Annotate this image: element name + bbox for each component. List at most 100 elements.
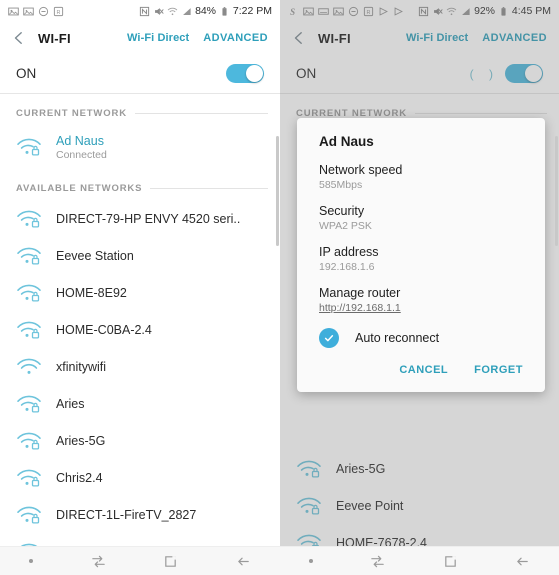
- scrollbar-right[interactable]: [555, 136, 558, 246]
- mute-icon: [153, 6, 164, 17]
- photo-icon: [23, 6, 34, 17]
- network-row[interactable]: Chris2.4: [0, 459, 280, 496]
- wifi-secured-icon: [16, 430, 42, 452]
- wifi-direct-button[interactable]: Wi-Fi Direct: [127, 32, 189, 44]
- network-text-block: Ad Naus Connected: [56, 134, 107, 161]
- network-row[interactable]: Aries-5G: [280, 450, 559, 487]
- navigation-bar-right: [280, 546, 559, 575]
- dual-screenshot-container: R 84% 7:22 PM WI-FI Wi-Fi Direct ADVANCE…: [0, 0, 559, 575]
- svg-text:R: R: [56, 9, 60, 15]
- svg-text:R: R: [366, 9, 370, 15]
- section-label: AVAILABLE NETWORKS: [16, 183, 143, 194]
- signal-icon: [181, 6, 192, 17]
- network-row[interactable]: DIRECT-1L-FireTV_2827: [0, 496, 280, 533]
- wifi-toggle-switch[interactable]: [226, 64, 264, 83]
- forget-button[interactable]: FORGET: [474, 364, 523, 376]
- auto-reconnect-checkbox-row[interactable]: Auto reconnect: [319, 328, 523, 348]
- cancel-button[interactable]: CANCEL: [399, 364, 448, 376]
- recent-dot-icon[interactable]: [308, 559, 313, 563]
- dialog-field-value: WPA2 PSK: [319, 220, 372, 232]
- play-icon: [393, 6, 404, 17]
- wifi-icon: [446, 6, 457, 17]
- status-bar-right: S R 92% 4:45 PM: [280, 0, 559, 22]
- battery-percent-left: 84%: [195, 5, 216, 17]
- wifi-toggle-switch[interactable]: [505, 64, 543, 83]
- network-name: Ad Naus: [56, 133, 104, 148]
- do-not-disturb-icon: [38, 6, 49, 17]
- wifi-open-icon: [16, 356, 42, 378]
- network-text-block: Chris2.4: [56, 471, 103, 485]
- router-link[interactable]: http://192.168.1.1: [319, 302, 523, 314]
- check-circle-icon[interactable]: [319, 328, 339, 348]
- dialog-title: Ad Naus: [319, 134, 374, 149]
- network-name: Aries-5G: [336, 461, 386, 476]
- section-label: CURRENT NETWORK: [16, 108, 127, 119]
- network-text-block: Eevee Station: [56, 249, 134, 263]
- back-chevron-icon[interactable]: [290, 29, 308, 47]
- dialog-field: Security WPA2 PSK: [319, 204, 523, 232]
- task-switch-icon[interactable]: [91, 554, 106, 569]
- scrollbar-left[interactable]: [276, 136, 279, 246]
- network-row-current[interactable]: Ad Naus Connected: [0, 125, 280, 169]
- network-row[interactable]: DIRECT-79-HP ENVY 4520 seri..: [0, 200, 280, 237]
- network-text-block: HOME-C0BA-2.4: [56, 323, 152, 337]
- network-status: Connected: [56, 148, 107, 161]
- network-text-block: DIRECT-79-HP ENVY 4520 seri..: [56, 212, 240, 226]
- phone-screen-left: R 84% 7:22 PM WI-FI Wi-Fi Direct ADVANCE…: [0, 0, 280, 575]
- section-divider: [150, 188, 268, 189]
- signal-icon: [460, 6, 471, 17]
- network-text-block: HOME-8E92: [56, 286, 127, 300]
- network-name: HOME-C0BA-2.4: [56, 322, 152, 337]
- wifi-secured-icon: [296, 495, 322, 517]
- play-icon: [378, 6, 389, 17]
- network-row[interactable]: Aries-5G: [0, 422, 280, 459]
- mute-icon: [432, 6, 443, 17]
- toggle-knob: [246, 65, 263, 82]
- recents-square-icon[interactable]: [163, 554, 178, 569]
- dialog-field-value: 192.168.1.6: [319, 261, 375, 273]
- app-bar-left: WI-FI Wi-Fi Direct ADVANCED: [0, 22, 280, 54]
- network-row[interactable]: Eevee Station: [0, 237, 280, 274]
- network-name: Aries: [56, 396, 85, 411]
- network-name: HOME-8E92: [56, 285, 127, 300]
- wifi-toggle-row-left[interactable]: ON: [0, 54, 280, 94]
- background-networks-list[interactable]: Aries-5G Eevee Point HOME-7678-2.4: [280, 450, 559, 561]
- s-health-icon: S: [288, 6, 299, 17]
- network-name: Eevee Station: [56, 248, 134, 263]
- network-name: Aries-5G: [56, 433, 106, 448]
- auto-reconnect-label: Auto reconnect: [355, 331, 440, 345]
- dialog-field-label: IP address: [319, 245, 379, 259]
- task-switch-icon[interactable]: [370, 554, 385, 569]
- dialog-fields: Network speed 585Mbps Security WPA2 PSK IP a…: [319, 163, 523, 314]
- dialog-field: IP address 192.168.1.6: [319, 245, 523, 273]
- wifi-secured-icon: [16, 136, 42, 158]
- network-text-block: xfinitywifi: [56, 360, 106, 374]
- available-networks-list[interactable]: DIRECT-79-HP ENVY 4520 seri.. Eevee Stati…: [0, 200, 280, 570]
- network-text-block: Eevee Point: [336, 499, 403, 513]
- network-row[interactable]: HOME-C0BA-2.4: [0, 311, 280, 348]
- section-header-available-networks: AVAILABLE NETWORKS: [0, 169, 280, 200]
- recent-dot-icon[interactable]: [28, 559, 33, 563]
- recents-square-icon[interactable]: [443, 554, 458, 569]
- page-title: WI-FI: [318, 30, 351, 46]
- wifi-direct-button[interactable]: Wi-Fi Direct: [406, 32, 468, 44]
- dialog-field-label: Network speed: [319, 163, 403, 177]
- network-row[interactable]: xfinitywifi: [0, 348, 280, 385]
- advanced-button[interactable]: ADVANCED: [482, 32, 547, 44]
- network-text-block: DIRECT-1L-FireTV_2827: [56, 508, 196, 522]
- wifi-secured-icon: [16, 467, 42, 489]
- back-arrow-icon[interactable]: [236, 554, 251, 569]
- image-icon: [8, 6, 19, 17]
- back-arrow-icon[interactable]: [515, 554, 530, 569]
- network-detail-dialog: Ad Naus Network speed 585Mbps Security WPA2…: [297, 118, 545, 392]
- back-chevron-icon[interactable]: [10, 29, 28, 47]
- advanced-button[interactable]: ADVANCED: [203, 32, 268, 44]
- phone-screen-right: S R 92% 4:45 PM WI-FI Wi-Fi Direct ADVAN…: [280, 0, 559, 575]
- network-row[interactable]: HOME-8E92: [0, 274, 280, 311]
- network-row[interactable]: Aries: [0, 385, 280, 422]
- status-system-icons-left: 84% 7:22 PM: [139, 5, 272, 17]
- network-name: Eevee Point: [336, 498, 404, 513]
- toggle-knob: [525, 65, 542, 82]
- network-row[interactable]: Eevee Point: [280, 487, 559, 524]
- wifi-toggle-row-right[interactable]: ON ( ): [280, 54, 559, 94]
